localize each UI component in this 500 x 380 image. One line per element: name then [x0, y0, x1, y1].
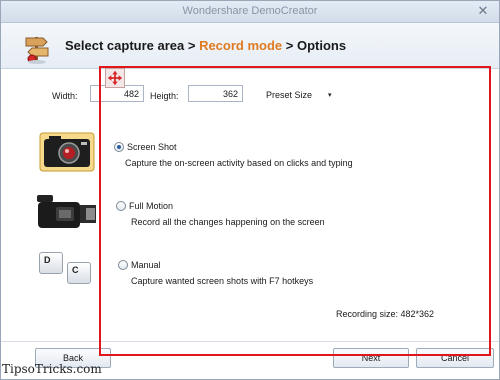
step-select-capture-area: Select capture area [65, 38, 185, 53]
breadcrumb-separator: > [282, 38, 297, 53]
camera-icon [39, 132, 95, 172]
screen-shot-radio[interactable] [114, 142, 124, 152]
app-window: Wondershare DemoCreator ✕ Select capture… [0, 0, 500, 380]
next-button[interactable]: Next [333, 348, 409, 368]
breadcrumb: Select capture area > Record mode > Opti… [65, 38, 346, 53]
chevron-down-icon: ▾ [328, 92, 332, 99]
manual-title: Manual [131, 260, 161, 270]
preset-size-label: Preset Size [266, 90, 313, 100]
key-c: C [67, 262, 91, 284]
manual-radio[interactable] [118, 260, 128, 270]
breadcrumb-separator: > [184, 38, 200, 53]
video-camera-icon [37, 195, 96, 228]
step-record-mode: Record mode [199, 38, 283, 53]
step-options: Options [296, 38, 347, 53]
recording-size-text: Recording size: 482*362 [336, 309, 435, 319]
keyboard-keys-icon: D C [39, 252, 95, 286]
preset-size-dropdown[interactable]: Preset Size ▾ [266, 90, 336, 104]
footer-divider [1, 341, 499, 342]
height-label: Heigth: [150, 91, 179, 101]
full-motion-description: Record all the changes happening on the … [131, 217, 325, 227]
screen-shot-title: Screen Shot [127, 142, 177, 152]
signpost-icon [25, 37, 49, 64]
width-label: Width: [52, 91, 78, 101]
move-arrows-icon[interactable] [105, 68, 125, 88]
key-d: D [39, 252, 63, 274]
close-window-icon[interactable]: ✕ [475, 4, 491, 18]
wizard-header: Select capture area > Record mode > Opti… [1, 23, 499, 69]
title-bar: Wondershare DemoCreator ✕ [1, 1, 499, 23]
screen-shot-description: Capture the on-screen activity based on … [125, 158, 353, 168]
manual-description: Capture wanted screen shots with F7 hotk… [131, 276, 314, 286]
full-motion-radio[interactable] [116, 201, 126, 211]
cancel-button[interactable]: Cancel [416, 348, 494, 368]
window-title: Wondershare DemoCreator [182, 5, 318, 17]
height-field[interactable] [188, 85, 243, 102]
full-motion-title: Full Motion [129, 201, 174, 211]
watermark: TipsoTricks.com [2, 362, 102, 376]
